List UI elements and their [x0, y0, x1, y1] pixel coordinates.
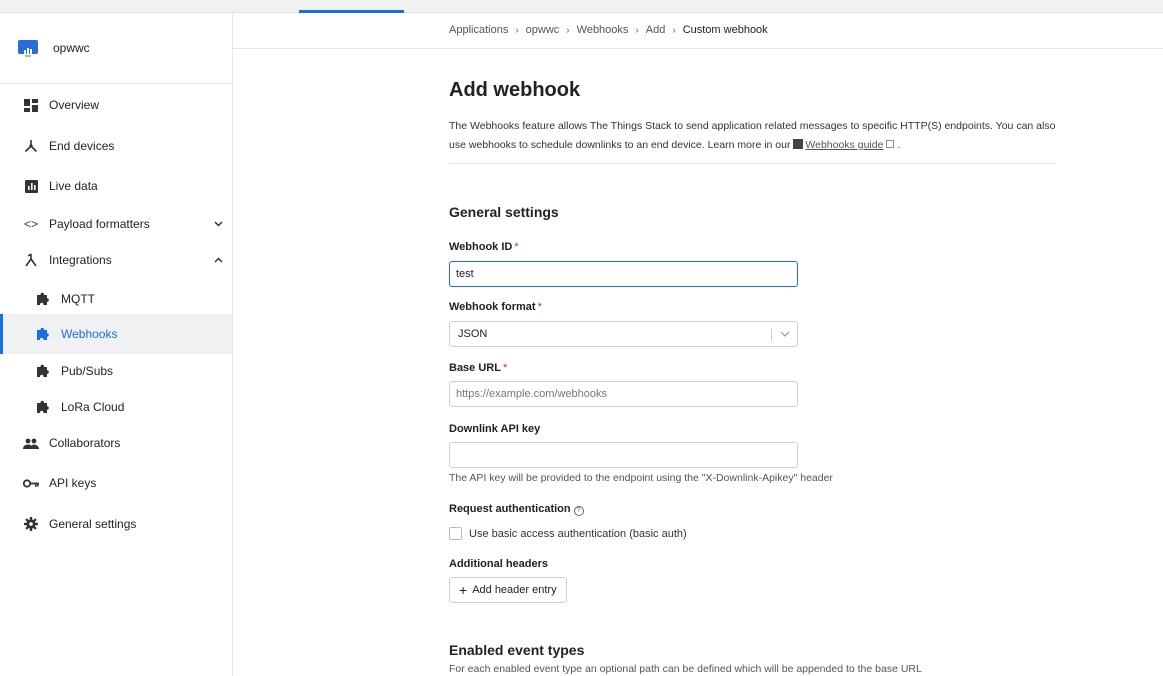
sidebar-item-label: LoRa Cloud: [61, 400, 125, 414]
sidebar-item-collaborators[interactable]: Collaborators: [0, 431, 232, 455]
required-asterisk: *: [502, 362, 508, 374]
sidebar-item-label: Live data: [49, 179, 98, 193]
webhook-id-label-text: Webhook ID: [449, 241, 513, 253]
sidebar-item-label: General settings: [49, 517, 137, 531]
sidebar-item-label: Pub/Subs: [61, 364, 114, 378]
breadcrumb-add[interactable]: Add: [646, 24, 666, 36]
basic-auth-checkbox-row[interactable]: Use basic access authentication (basic a…: [449, 527, 687, 540]
plus-icon: +: [459, 582, 468, 598]
downlink-api-key-hint: The API key will be provided to the endp…: [449, 472, 833, 484]
select-separator: [771, 328, 772, 341]
sidebar-item-mqtt[interactable]: MQTT: [0, 287, 232, 311]
add-header-entry-label: Add header entry: [472, 584, 557, 596]
chevron-down-icon[interactable]: [214, 219, 223, 230]
intro-text: The Webhooks feature allows The Things S…: [449, 117, 1056, 155]
book-icon: [793, 139, 804, 149]
people-icon: [23, 435, 39, 451]
sidebar-item-label: Payload formatters: [49, 217, 150, 231]
sidebar-item-api-keys[interactable]: API keys: [0, 471, 232, 495]
sidebar-item-live-data[interactable]: Live data: [0, 174, 232, 198]
page-title: Add webhook: [449, 79, 581, 101]
breadcrumb-app[interactable]: opwwc: [526, 24, 560, 36]
webhook-format-value: JSON: [458, 328, 488, 340]
puzzle-icon: [35, 363, 51, 379]
enabled-event-types-description: For each enabled event type an optional …: [449, 663, 922, 675]
app-name: opwwc: [53, 41, 90, 55]
general-settings-title: General settings: [449, 204, 559, 220]
app-header[interactable]: opwwc: [0, 13, 232, 84]
code-icon: <>: [23, 217, 38, 231]
webhooks-guide-link[interactable]: Webhooks guide: [805, 139, 883, 151]
external-link-icon: [886, 140, 895, 148]
chevron-right-icon: ›: [515, 24, 519, 36]
app-logo-icon: [18, 38, 38, 58]
request-auth-label-text: Request authentication: [449, 503, 571, 515]
webhook-id-input[interactable]: [449, 261, 798, 287]
basic-auth-checkbox-label[interactable]: Use basic access authentication (basic a…: [469, 528, 687, 540]
sidebar-item-integrations[interactable]: Integrations: [0, 248, 232, 272]
chart-icon: [23, 178, 39, 194]
sidebar-item-general-settings[interactable]: General settings: [0, 512, 232, 536]
add-header-entry-button[interactable]: + Add header entry: [449, 577, 567, 603]
sidebar-item-label: MQTT: [61, 292, 95, 306]
sidebar-item-label: Overview: [49, 98, 100, 112]
breadcrumb: Applications › opwwc › Webhooks › Add › …: [449, 24, 768, 36]
sidebar: opwwc Overview End devices Live data <> …: [0, 13, 233, 676]
sidebar-item-payload-formatters[interactable]: <> Payload formatters: [0, 212, 232, 236]
required-asterisk: *: [537, 301, 542, 313]
breadcrumb-bar: Applications › opwwc › Webhooks › Add › …: [233, 13, 1163, 49]
intro-body: The Webhooks feature allows The Things S…: [449, 120, 1056, 151]
webhook-format-label: Webhook format *: [449, 301, 542, 313]
top-tab-strip: [0, 0, 1163, 13]
additional-headers-label: Additional headers: [449, 558, 549, 570]
chevron-down-icon[interactable]: [780, 327, 790, 340]
sidebar-item-label: API keys: [49, 476, 97, 490]
puzzle-icon: [35, 326, 51, 342]
gear-icon: [23, 516, 39, 532]
chevron-up-icon[interactable]: [214, 255, 223, 266]
sidebar-item-label: Integrations: [49, 253, 112, 267]
chevron-right-icon: ›: [635, 24, 639, 36]
divider: [449, 163, 1056, 164]
webhook-format-select[interactable]: JSON: [449, 321, 798, 347]
sidebar-item-pubsubs[interactable]: Pub/Subs: [0, 359, 232, 383]
breadcrumb-webhooks[interactable]: Webhooks: [577, 24, 629, 36]
base-url-input[interactable]: [449, 381, 798, 407]
help-icon[interactable]: ?: [573, 506, 584, 516]
sidebar-item-label: Webhooks: [61, 327, 118, 341]
request-auth-label: Request authentication?: [449, 503, 584, 516]
puzzle-icon: [35, 291, 51, 307]
chevron-right-icon: ›: [672, 24, 676, 36]
grid-icon: [23, 97, 39, 113]
downlink-api-key-label: Downlink API key: [449, 423, 541, 435]
chevron-right-icon: ›: [566, 24, 570, 36]
sidebar-item-overview[interactable]: Overview: [0, 93, 232, 117]
sidebar-item-lora-cloud[interactable]: LoRa Cloud: [0, 395, 232, 419]
webhook-id-label: Webhook ID *: [449, 241, 519, 253]
webhook-format-label-text: Webhook format: [449, 301, 536, 313]
sidebar-item-end-devices[interactable]: End devices: [0, 134, 232, 158]
integration-icon: [23, 252, 39, 268]
sidebar-item-label: Collaborators: [49, 436, 121, 450]
breadcrumb-applications[interactable]: Applications: [449, 24, 508, 36]
downlink-api-key-input[interactable]: [449, 442, 798, 468]
puzzle-icon: [35, 399, 51, 415]
sidebar-item-webhooks[interactable]: Webhooks: [0, 314, 232, 354]
breadcrumb-current: Custom webhook: [682, 24, 768, 36]
required-asterisk: *: [514, 241, 519, 253]
base-url-label: Base URL *: [449, 362, 507, 374]
key-icon: [23, 475, 39, 491]
sidebar-item-label: End devices: [49, 139, 115, 153]
enabled-event-types-title: Enabled event types: [449, 642, 585, 658]
device-icon: [23, 138, 39, 154]
intro-end: .: [897, 139, 901, 151]
base-url-label-text: Base URL: [449, 362, 501, 374]
basic-auth-checkbox[interactable]: [449, 527, 462, 540]
